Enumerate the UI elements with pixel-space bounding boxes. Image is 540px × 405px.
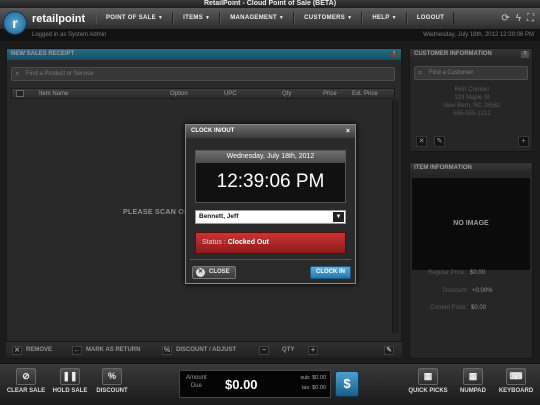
menu-logout[interactable]: LOGOUT	[406, 12, 455, 24]
dialog-header: CLOCK IN/OUT ×	[186, 125, 355, 138]
status-badge: Status : Clocked Out	[195, 232, 346, 254]
top-icons: ⟳ ϟ ⛶	[501, 13, 534, 24]
window-title: RetailPoint - Cloud Point of Sale (BETA)	[0, 0, 540, 8]
fullscreen-icon[interactable]: ⛶	[527, 13, 534, 24]
menu-help[interactable]: HELP ▼	[362, 12, 407, 24]
tax-value: tax: $0.00	[301, 385, 326, 391]
menu-customers[interactable]: CUSTOMERS ▼	[294, 12, 363, 24]
payment-button[interactable]: $	[335, 371, 359, 397]
employee-select[interactable]: Bennett, Jeff ▼	[195, 210, 346, 224]
chevron-down-icon: ▼	[205, 15, 211, 21]
grid-icon: ▦	[418, 368, 438, 385]
subtotal-value: sub: $0.00	[300, 375, 326, 381]
main-menu: POINT OF SALE ▼ ITEMS ▼ MANAGEMENT ▼ CUSTOM…	[96, 12, 455, 24]
close-circle-icon: ✕	[196, 268, 205, 277]
hold-sale-button[interactable]: ❚❚ HOLD SALE	[50, 368, 90, 394]
keyboard-button[interactable]: ⌨ KEYBOARD	[496, 368, 536, 394]
chevron-down-icon: ▼	[333, 212, 344, 222]
refresh-icon[interactable]: ⟳	[501, 13, 509, 24]
menu-management[interactable]: MANAGEMENT ▼	[220, 12, 295, 24]
percent-icon: %	[102, 368, 122, 385]
menu-point-of-sale[interactable]: POINT OF SALE ▼	[96, 12, 174, 24]
footer-discount-button[interactable]: % DISCOUNT	[93, 368, 131, 394]
clock-time: 12:39:06 PM	[216, 171, 325, 192]
dollar-icon: $	[343, 376, 351, 391]
logo-text: retailpoint	[32, 13, 86, 25]
clock-in-button[interactable]: CLOCK IN	[310, 266, 351, 279]
clock-display: Wednesday, July 18th, 2012 12:39:06 PM	[195, 150, 346, 203]
amount-due-value: $0.00	[225, 377, 258, 392]
divider	[190, 259, 351, 260]
numpad-icon: ▦	[463, 368, 483, 385]
clock-date: Wednesday, July 18th, 2012	[196, 151, 345, 163]
amount-due-label: Amount Due	[186, 375, 207, 389]
chevron-down-icon: ▼	[157, 15, 164, 21]
amount-due-display: Amount Due $0.00 sub: $0.00 tax: $0.00	[179, 370, 331, 398]
top-navigation: r retailpoint POINT OF SALE ▼ ITEMS ▼ MANA…	[0, 8, 540, 35]
quick-picks-button[interactable]: ▦ QUICK PICKS	[406, 368, 450, 394]
keyboard-icon: ⌨	[506, 368, 526, 385]
lightning-icon[interactable]: ϟ	[516, 13, 521, 24]
menu-items[interactable]: ITEMS ▼	[173, 12, 221, 24]
clear-sale-button[interactable]: ⊘ CLEAR SALE	[5, 368, 47, 394]
numpad-button[interactable]: ▦ NUMPAD	[455, 368, 491, 394]
chevron-down-icon: ▼	[391, 15, 397, 21]
pause-icon: ❚❚	[60, 368, 80, 385]
clock-in-out-dialog: CLOCK IN/OUT × Wednesday, July 18th, 201…	[185, 124, 356, 284]
chevron-down-icon: ▼	[278, 15, 285, 21]
chevron-down-icon: ▼	[347, 15, 353, 21]
footer-toolbar: ⊘ CLEAR SALE ❚❚ HOLD SALE % DISCOUNT Amount…	[0, 363, 540, 405]
retailpoint-logo-icon: r	[3, 11, 27, 35]
close-icon[interactable]: ×	[346, 125, 350, 138]
close-button[interactable]: ✕ CLOSE	[192, 266, 236, 279]
cancel-icon: ⊘	[16, 368, 36, 385]
